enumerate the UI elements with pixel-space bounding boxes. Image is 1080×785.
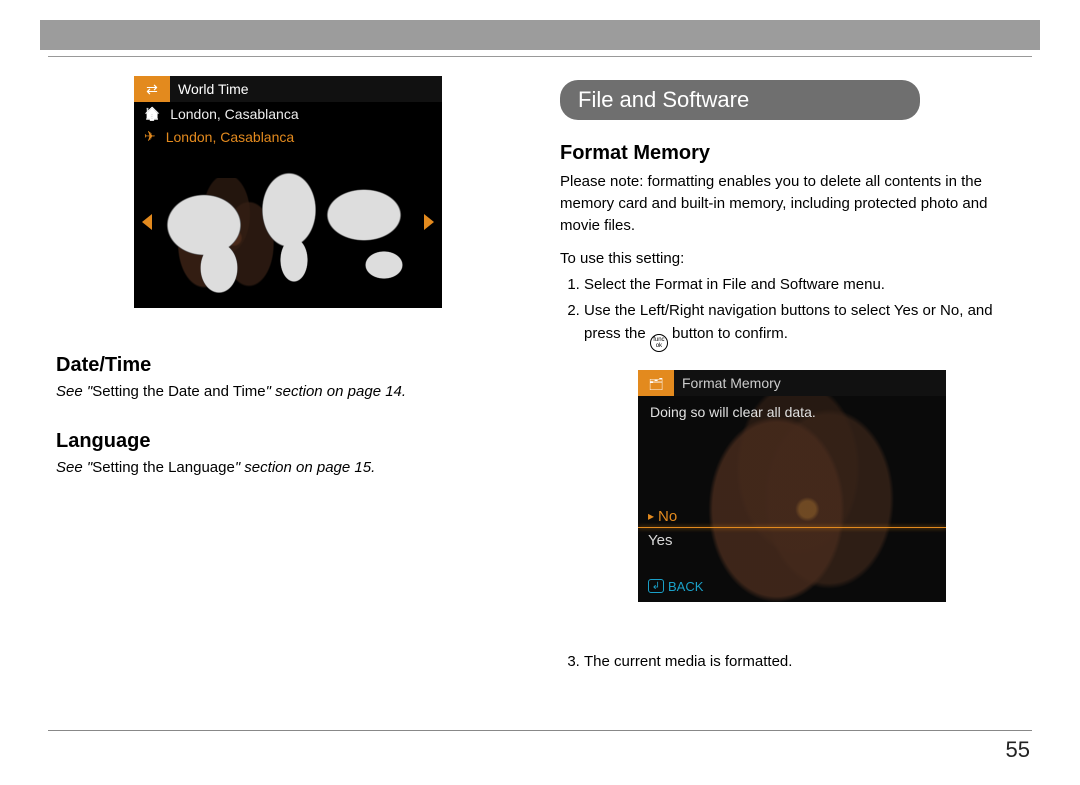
page-header-bar	[40, 20, 1040, 50]
func-ok-icon: funcok	[650, 334, 668, 352]
page-number: 55	[1006, 737, 1030, 763]
date-time-heading: Date/Time	[56, 354, 520, 377]
top-divider	[48, 56, 1032, 57]
lang-ref-suffix: " section on page 15.	[235, 459, 375, 476]
format-memory-note: Please note: formatting enables you to d…	[560, 171, 1024, 236]
language-reference: See "Setting the Language" section on pa…	[56, 459, 520, 476]
home-icon	[144, 105, 160, 122]
format-options: No Yes	[648, 508, 936, 549]
back-label: BACK	[668, 579, 703, 594]
ok-label: ok	[656, 343, 662, 349]
format-memory-title: Format Memory	[682, 375, 781, 391]
lang-ref-title: Setting the Language	[92, 459, 235, 476]
option-no-label: No	[658, 508, 677, 525]
nav-right-icon	[424, 214, 434, 230]
back-button-display: ↲ BACK	[648, 579, 703, 594]
world-time-header: World Time	[134, 76, 442, 102]
bottom-divider	[48, 730, 1032, 731]
away-location-text: London, Casablanca	[166, 129, 294, 145]
plane-icon	[144, 128, 156, 145]
right-column: File and Software Format Memory Please n…	[560, 70, 1024, 745]
step-2: Use the Left/Right navigation buttons to…	[584, 299, 1024, 352]
option-no: No	[648, 508, 936, 525]
to-use-this-setting: To use this setting:	[560, 250, 1024, 267]
world-time-home-row: London, Casablanca	[134, 102, 442, 125]
flower-graphic	[144, 178, 294, 298]
format-memory-heading: Format Memory	[560, 142, 1024, 165]
world-time-away-row: London, Casablanca	[134, 125, 442, 148]
lang-ref-prefix: See "	[56, 459, 92, 476]
format-memory-header: Format Memory	[638, 370, 946, 396]
dt-ref-suffix: " section on page 14.	[266, 383, 406, 400]
step-2-text-b: button to confirm.	[668, 325, 788, 342]
selection-line	[638, 527, 946, 528]
language-heading: Language	[56, 430, 520, 453]
nav-left-icon	[142, 214, 152, 230]
format-memory-body: Doing so will clear all data. No Yes ↲ B…	[638, 396, 946, 602]
dt-ref-prefix: See "	[56, 383, 92, 400]
folder-icon	[638, 370, 674, 396]
left-column: World Time London, Casablanca London, Ca…	[56, 70, 520, 745]
world-time-screenshot: World Time London, Casablanca London, Ca…	[134, 76, 442, 308]
date-time-reference: See "Setting the Date and Time" section …	[56, 383, 520, 400]
step-3: The current media is formatted.	[584, 650, 1024, 673]
step-2-text-a: Use the Left/Right navigation buttons to…	[584, 302, 993, 342]
arrows-icon	[134, 76, 170, 102]
format-warning-text: Doing so will clear all data.	[650, 404, 816, 420]
page-content: World Time London, Casablanca London, Ca…	[56, 70, 1024, 745]
section-banner: File and Software	[560, 80, 920, 120]
back-icon: ↲	[648, 579, 664, 593]
dt-ref-title: Setting the Date and Time	[92, 383, 265, 400]
option-yes: Yes	[648, 532, 936, 549]
format-memory-screenshot: Format Memory Doing so will clear all da…	[638, 370, 946, 602]
steps-list: Select the Format in File and Software m…	[560, 273, 1024, 354]
step-1: Select the Format in File and Software m…	[584, 273, 1024, 296]
steps-list-continued: The current media is formatted.	[560, 650, 1024, 675]
home-location-text: London, Casablanca	[170, 106, 298, 122]
world-time-title: World Time	[178, 81, 249, 97]
